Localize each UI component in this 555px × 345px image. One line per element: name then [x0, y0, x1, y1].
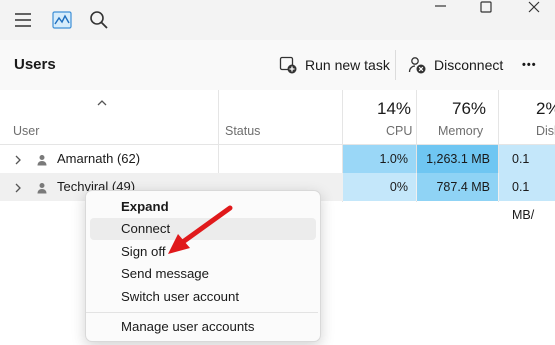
sort-ascending-icon[interactable] — [96, 94, 108, 112]
disk-cell: 0.1 MB/ — [499, 145, 555, 194]
column-disk[interactable]: Disk — [536, 124, 555, 138]
search-icon[interactable] — [87, 8, 111, 32]
disconnect-label: Disconnect — [434, 57, 504, 73]
title-bar — [0, 0, 555, 40]
hamburger-icon[interactable] — [11, 8, 35, 32]
disk-cell: 0.1 MB/ — [499, 173, 555, 222]
header-divider — [395, 50, 396, 80]
run-new-task-button[interactable]: Run new task — [279, 53, 390, 77]
cpu-percent: 14% — [377, 99, 412, 118]
disk-percent: 2% — [536, 99, 555, 118]
expand-chevron-icon[interactable] — [13, 153, 23, 171]
menu-item-send-message[interactable]: Send message — [90, 263, 316, 285]
table-row[interactable]: Amarnath (62) 1.0% 1,263.1 MB 0.1 MB/ — [0, 145, 555, 194]
page-header: Users Run new task Disconnect ••• — [0, 40, 555, 91]
user-icon — [36, 153, 48, 171]
disconnect-user-icon — [408, 57, 426, 74]
red-arrow-annotation — [168, 205, 233, 254]
user-icon — [36, 181, 48, 199]
performance-graph-icon — [50, 8, 74, 32]
memory-cell: 787.4 MB — [417, 173, 498, 201]
cpu-cell: 0% — [343, 173, 416, 201]
column-cpu[interactable]: CPU — [386, 124, 412, 138]
more-options-button[interactable]: ••• — [522, 53, 537, 77]
expand-chevron-icon[interactable] — [13, 181, 23, 199]
cpu-cell: 1.0% — [343, 145, 416, 173]
disconnect-button[interactable]: Disconnect — [408, 53, 503, 77]
column-memory[interactable]: Memory — [438, 124, 483, 138]
maximize-icon[interactable] — [466, 0, 506, 20]
column-header: User Status 14% CPU 76% Memory 2% Disk — [0, 90, 555, 145]
run-task-icon — [279, 56, 297, 74]
menu-item-switch-user-account[interactable]: Switch user account — [90, 286, 316, 308]
page-title: Users — [14, 56, 56, 73]
memory-cell: 1,263.1 MB — [417, 145, 498, 173]
memory-percent: 76% — [452, 99, 487, 118]
column-status[interactable]: Status — [225, 124, 260, 138]
menu-divider — [86, 312, 318, 313]
column-user[interactable]: User — [13, 124, 39, 138]
run-new-task-label: Run new task — [305, 57, 390, 73]
minimize-icon[interactable] — [420, 0, 460, 20]
status-cell — [219, 145, 342, 173]
menu-item-manage-user-accounts[interactable]: Manage user accounts — [90, 316, 316, 338]
user-name: Amarnath (62) — [57, 151, 141, 166]
close-icon[interactable] — [513, 0, 553, 20]
